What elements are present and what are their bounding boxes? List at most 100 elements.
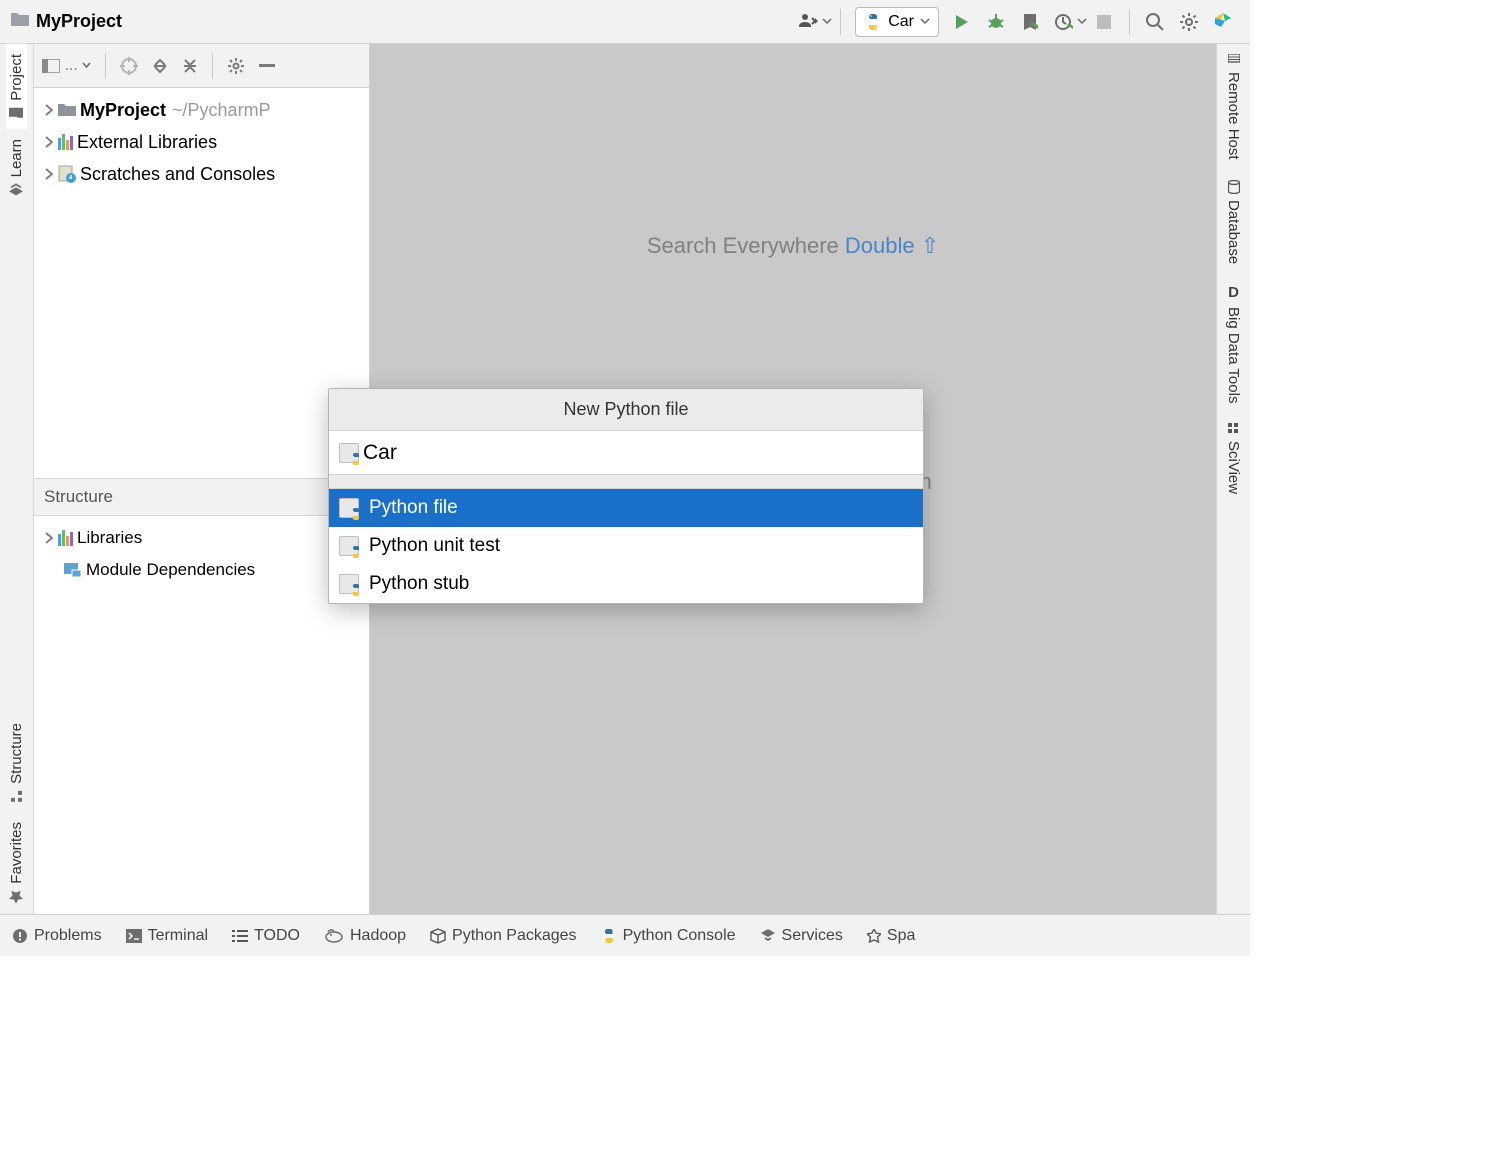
structure-panel-header[interactable]: Structure	[34, 478, 369, 516]
settings-button[interactable]	[1174, 7, 1204, 37]
popup-input-row	[329, 431, 923, 475]
top-toolbar: MyProject Car	[0, 0, 1250, 44]
remote-host-label: Remote Host	[1225, 72, 1242, 160]
view-selector[interactable]: ...	[42, 57, 91, 75]
learn-tab-label: Learn	[8, 139, 25, 177]
python-icon	[864, 13, 882, 31]
tree-root-name: MyProject	[80, 100, 166, 121]
python-console-tab[interactable]: Python Console	[601, 927, 736, 945]
project-title[interactable]: MyProject	[36, 11, 122, 32]
filename-input[interactable]	[359, 437, 913, 469]
structure-module-deps-label: Module Dependencies	[86, 560, 255, 580]
run-config-label: Car	[888, 13, 914, 31]
python-console-label: Python Console	[623, 927, 736, 945]
jetbrains-icon[interactable]	[1208, 7, 1238, 37]
terminal-label: Terminal	[148, 927, 208, 945]
chevron-right-icon[interactable]	[40, 168, 58, 180]
chevron-right-icon[interactable]	[40, 532, 58, 544]
sciview-icon	[1228, 423, 1240, 435]
python-file-icon	[339, 443, 359, 463]
popup-item-python-unit-test[interactable]: Python unit test	[329, 527, 923, 565]
profile-dropdown-chevron[interactable]	[1077, 17, 1087, 27]
favorites-tab-label: Favorites	[8, 822, 25, 884]
coverage-button[interactable]	[1015, 7, 1045, 37]
search-button[interactable]	[1140, 7, 1170, 37]
python-packages-label: Python Packages	[452, 927, 577, 945]
spark-label: Spa	[887, 927, 915, 945]
problems-label: Problems	[34, 927, 102, 945]
remote-icon	[1228, 54, 1240, 66]
structure-tab-label: Structure	[8, 723, 25, 784]
python-packages-tab[interactable]: Python Packages	[430, 927, 577, 945]
libraries-icon	[58, 134, 73, 150]
profile-button[interactable]	[1049, 7, 1079, 37]
services-label: Services	[782, 927, 843, 945]
python-file-icon	[339, 498, 359, 518]
hide-icon[interactable]	[259, 64, 275, 68]
users-icon[interactable]	[794, 7, 824, 37]
services-tab[interactable]: Services	[760, 927, 843, 945]
python-file-icon	[339, 574, 359, 594]
learn-tool-tab[interactable]: Learn	[6, 129, 27, 205]
tree-root-path: ~/PycharmP	[172, 100, 271, 121]
project-sidebar: ... MyProject ~/PycharmP External Librar…	[34, 44, 370, 914]
project-tree: MyProject ~/PycharmP External Libraries …	[34, 88, 369, 478]
bigdata-icon: D	[1228, 284, 1239, 301]
project-tab-label: Project	[8, 54, 25, 101]
structure-module-deps[interactable]: Module Dependencies	[34, 554, 369, 586]
remote-host-tab[interactable]: Remote Host	[1223, 44, 1244, 170]
search-hint-label: Search Everywhere	[647, 233, 839, 258]
problems-tab[interactable]: Problems	[12, 927, 102, 945]
collapse-all-icon[interactable]	[182, 58, 198, 74]
structure-libraries[interactable]: Libraries	[34, 522, 369, 554]
run-config-selector[interactable]: Car	[855, 7, 939, 37]
tree-scratches-label: Scratches and Consoles	[80, 164, 275, 185]
chevron-right-icon[interactable]	[40, 104, 58, 116]
structure-tool-tab[interactable]: Structure	[6, 713, 27, 812]
users-dropdown-chevron[interactable]	[822, 17, 832, 27]
search-hint-kbd: Double ⇧	[845, 233, 939, 258]
todo-tab[interactable]: TODO	[232, 927, 300, 945]
hadoop-label: Hadoop	[350, 927, 406, 945]
toolbar-divider	[840, 9, 841, 35]
hadoop-tab[interactable]: Hadoop	[324, 927, 406, 945]
right-tool-gutter: Remote Host Database D Big Data Tools Sc…	[1216, 44, 1250, 914]
tree-root[interactable]: MyProject ~/PycharmP	[34, 94, 369, 126]
folder-icon	[58, 103, 76, 117]
expand-all-icon[interactable]	[152, 58, 168, 74]
services-icon	[760, 928, 776, 944]
terminal-tab[interactable]: Terminal	[126, 927, 208, 945]
favorites-tool-tab[interactable]: Favorites	[6, 812, 27, 914]
database-label: Database	[1225, 200, 1242, 264]
target-icon[interactable]	[120, 57, 138, 75]
popup-item-label: Python file	[369, 497, 458, 519]
popup-item-python-file[interactable]: Python file	[329, 489, 923, 527]
database-icon	[1228, 180, 1240, 194]
structure-title: Structure	[44, 487, 113, 507]
sciview-tab[interactable]: SciView	[1223, 413, 1244, 504]
hadoop-icon	[324, 928, 344, 944]
tree-scratches[interactable]: Scratches and Consoles	[34, 158, 369, 190]
star-icon	[10, 890, 24, 904]
chevron-right-icon[interactable]	[40, 136, 58, 148]
spark-tab[interactable]: Spa	[867, 927, 915, 945]
terminal-icon	[126, 929, 142, 943]
popup-item-label: Python stub	[369, 573, 469, 595]
debug-button[interactable]	[981, 7, 1011, 37]
popup-item-label: Python unit test	[369, 535, 500, 557]
left-tool-gutter: Project Learn Structure Favorites	[0, 44, 34, 914]
gear-icon[interactable]	[227, 57, 245, 75]
tree-external-libs[interactable]: External Libraries	[34, 126, 369, 158]
chevron-down-icon	[920, 17, 930, 27]
packages-icon	[430, 928, 446, 944]
popup-item-python-stub[interactable]: Python stub	[329, 565, 923, 603]
problems-icon	[12, 928, 28, 944]
popup-title: New Python file	[329, 389, 923, 431]
run-button[interactable]	[947, 7, 977, 37]
scratches-icon	[58, 165, 76, 183]
star-icon	[867, 929, 881, 943]
project-tool-tab[interactable]: Project	[6, 44, 27, 129]
bigdata-tab[interactable]: D Big Data Tools	[1223, 274, 1244, 413]
database-tab[interactable]: Database	[1223, 170, 1244, 274]
todo-label: TODO	[254, 927, 300, 945]
